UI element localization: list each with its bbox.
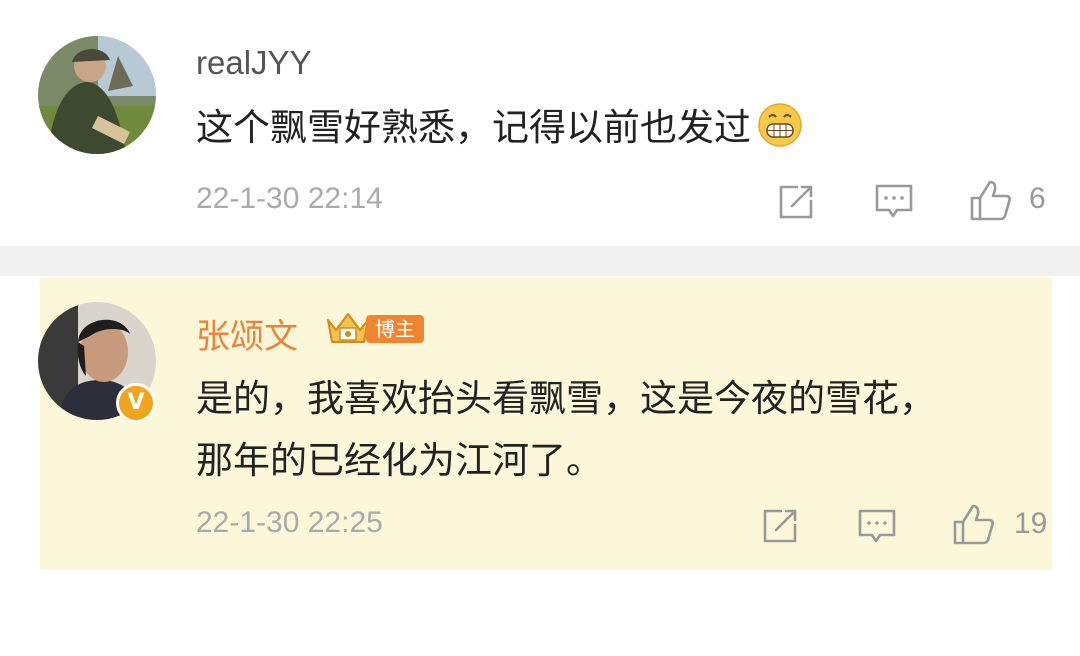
comment-icon[interactable] — [856, 505, 898, 547]
comment-text: 这个飘雪好熟悉，记得以前也发过 — [196, 97, 803, 159]
share-icon[interactable] — [776, 182, 816, 222]
comment-item: V 张颂文 博主 是的，我喜欢抬头看飘雪，这是今夜的雪花， 那年的已经化为江河了… — [0, 276, 1080, 656]
like-count: 6 — [1029, 182, 1046, 215]
username[interactable]: realJYY — [196, 44, 312, 82]
avatar-image — [38, 36, 156, 154]
comment-item: realJYY 这个飘雪好熟悉，记得以前也发过 22-1-30 22:14 6 — [0, 0, 1080, 246]
grinning-face-emoji-icon — [758, 103, 802, 147]
timestamp: 22-1-30 22:25 — [196, 506, 383, 539]
comment-text: 是的，我喜欢抬头看飘雪，这是今夜的雪花， 那年的已经化为江河了。 — [196, 368, 936, 492]
comment-icon[interactable] — [873, 180, 915, 222]
comment-text-line: 是的，我喜欢抬头看飘雪，这是今夜的雪花， — [196, 377, 936, 420]
like-icon[interactable] — [968, 178, 1014, 224]
comment-text-line: 那年的已经化为江河了。 — [196, 439, 603, 482]
verified-badge: V — [116, 383, 156, 423]
like-count: 19 — [1014, 507, 1048, 540]
divider — [0, 246, 1080, 276]
share-icon[interactable] — [760, 506, 800, 546]
author-badge: 博主 — [322, 308, 426, 350]
timestamp: 22-1-30 22:14 — [196, 182, 383, 215]
avatar[interactable] — [38, 36, 156, 154]
username[interactable]: 张颂文 — [196, 309, 298, 358]
like-icon[interactable] — [951, 502, 997, 548]
author-badge-label: 博主 — [366, 315, 424, 343]
